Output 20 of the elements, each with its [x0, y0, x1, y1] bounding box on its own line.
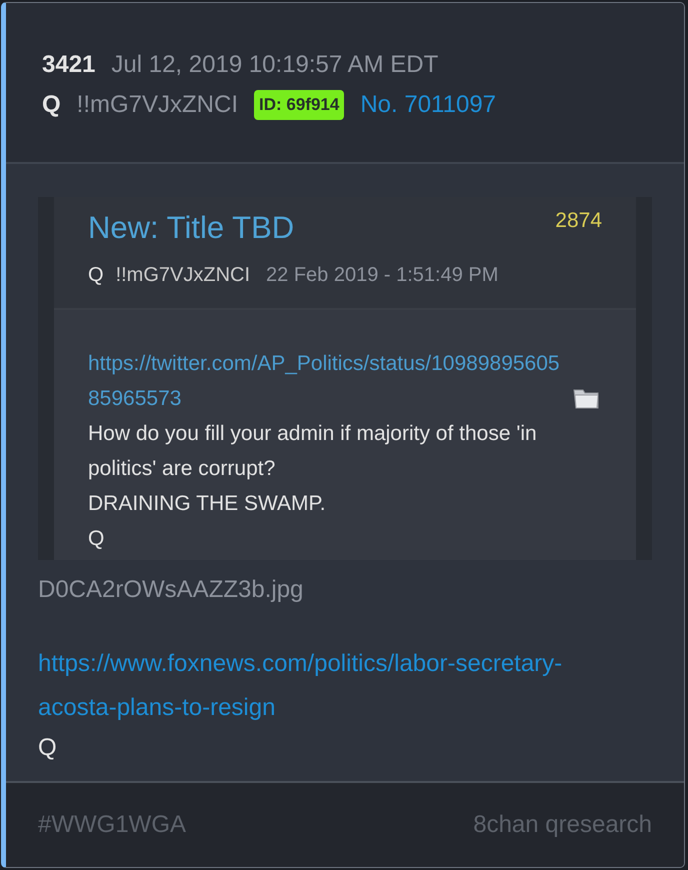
- id-badge: ID: 69f914: [254, 90, 344, 120]
- post-number-link[interactable]: No. 7011097: [360, 87, 496, 123]
- quoted-text-line: DRAINING THE SWAMP.: [88, 491, 327, 517]
- source-label: 8chan qresearch: [473, 810, 652, 840]
- quoted-post-title: New: Title TBD: [88, 209, 294, 247]
- author-name: Q: [42, 90, 61, 120]
- tripcode: !!mG7VJxZNCI: [116, 262, 250, 288]
- article-link[interactable]: https://www.foxnews.com/politics/labor-secretary-acosta-plans-to-resign: [38, 642, 628, 730]
- timestamp: 22 Feb 2019 - 1:51:49 PM: [266, 262, 498, 288]
- tripcode: !!mG7VJxZNCI: [76, 90, 238, 120]
- author-name: Q: [88, 262, 104, 288]
- hashtag: #WWG1WGA: [38, 810, 186, 840]
- quoted-text-line: Q: [88, 526, 106, 552]
- post-number: 3421: [42, 50, 96, 80]
- signature: Q: [38, 733, 58, 763]
- tweet-link[interactable]: https://twitter.com/AP_Politics/status/1098989560585965573: [88, 346, 570, 416]
- timestamp: Jul 12, 2019 10:19:57 AM EDT: [111, 50, 438, 80]
- attachment-filename: D0CA2rOWsAAZZ3b.jpg: [38, 575, 304, 605]
- quoted-post-count: 2874: [555, 208, 602, 234]
- quoted-text-line: How do you fill your admin if majority of those 'in politics' are corrupt?: [88, 421, 538, 482]
